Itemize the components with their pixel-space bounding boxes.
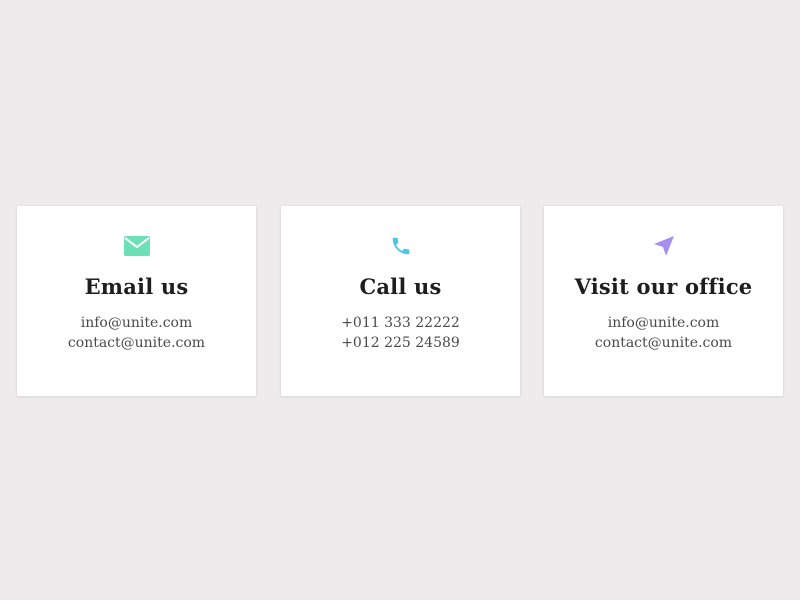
phone-card-details: +011 333 22222 +012 225 24589 [281,313,520,353]
email-line-2[interactable]: contact@unite.com [17,333,256,353]
phone-icon [281,234,520,258]
office-line-2[interactable]: contact@unite.com [544,333,783,353]
location-arrow-icon [544,234,783,258]
office-line-1[interactable]: info@unite.com [544,313,783,333]
office-card: Visit our office info@unite.com contact@… [544,206,783,396]
email-card-title: Email us [84,274,189,299]
phone-card-title: Call us [359,274,442,299]
office-card-title: Visit our office [574,274,753,299]
email-card-details: info@unite.com contact@unite.com [17,313,256,353]
office-card-details: info@unite.com contact@unite.com [544,313,783,353]
contact-cards: Email us info@unite.com contact@unite.co… [17,206,784,396]
email-line-1[interactable]: info@unite.com [17,313,256,333]
phone-card: Call us +011 333 22222 +012 225 24589 [281,206,520,396]
email-card: Email us info@unite.com contact@unite.co… [17,206,256,396]
phone-line-2[interactable]: +012 225 24589 [281,333,520,353]
envelope-icon [17,234,256,258]
phone-line-1[interactable]: +011 333 22222 [281,313,520,333]
